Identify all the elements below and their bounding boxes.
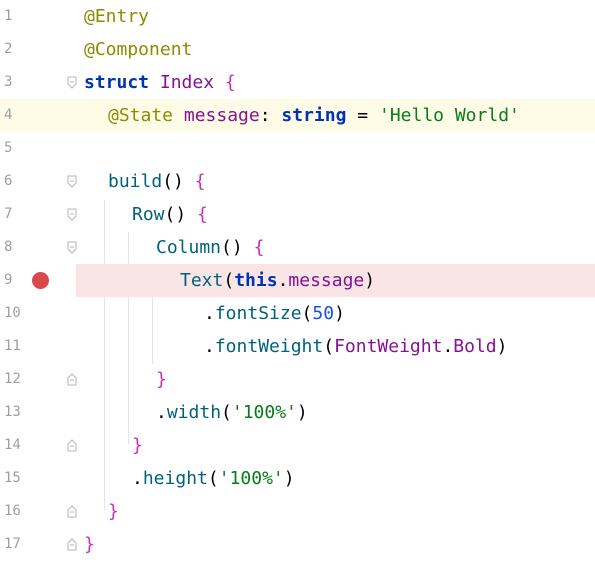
gutter[interactable]: 11 bbox=[0, 330, 76, 363]
code-text: } bbox=[156, 363, 167, 396]
gutter[interactable]: 6 bbox=[0, 165, 77, 198]
line-number: 12 bbox=[4, 371, 21, 387]
code-text: .width('100%') bbox=[156, 396, 308, 429]
code-line[interactable]: 17 } bbox=[0, 528, 595, 561]
gutter[interactable]: 14 bbox=[0, 429, 77, 462]
line-number: 7 bbox=[4, 206, 13, 222]
gutter[interactable]: 2 bbox=[0, 33, 76, 66]
code-line[interactable]: 3 struct Index { bbox=[0, 66, 595, 99]
code-line-breakpoint[interactable]: 9 Text(this.message) bbox=[0, 264, 595, 297]
code-text: Row() { bbox=[132, 198, 208, 231]
code-line[interactable]: 5 bbox=[0, 132, 595, 165]
build-method: build() { bbox=[108, 171, 206, 192]
line-number: 6 bbox=[4, 173, 13, 189]
gutter[interactable]: 13 bbox=[0, 396, 76, 429]
code-line[interactable]: 8 Column() { bbox=[0, 231, 595, 264]
line-number: 5 bbox=[4, 140, 13, 156]
column-component: Column() { bbox=[156, 237, 265, 258]
line-number: 8 bbox=[4, 239, 13, 255]
fold-open-icon[interactable] bbox=[67, 175, 77, 188]
line-number: 17 bbox=[4, 536, 21, 552]
gutter[interactable]: 1 bbox=[0, 0, 76, 33]
gutter[interactable]: 8 bbox=[0, 231, 77, 264]
code-line[interactable]: 2 @Component bbox=[0, 33, 595, 66]
code-line[interactable]: 14 } bbox=[0, 429, 595, 462]
gutter[interactable]: 15 bbox=[0, 462, 76, 495]
code-line[interactable]: 12 } bbox=[0, 363, 595, 396]
code-text: .height('100%') bbox=[132, 462, 295, 495]
font-weight-call: .fontWeight(FontWeight.Bold) bbox=[204, 336, 508, 357]
annotation: @Component bbox=[84, 39, 193, 60]
code-line[interactable]: 1 @Entry bbox=[0, 0, 595, 33]
line-number: 9 bbox=[4, 272, 13, 288]
line-number: 16 bbox=[4, 503, 21, 519]
fold-open-icon[interactable] bbox=[67, 76, 77, 89]
code-text: } bbox=[132, 429, 143, 462]
width-call: .width('100%') bbox=[156, 402, 308, 423]
closing-brace: } bbox=[108, 501, 119, 522]
line-number: 4 bbox=[4, 107, 13, 123]
gutter[interactable]: 7 bbox=[0, 198, 77, 231]
gutter[interactable]: 17 bbox=[0, 528, 77, 561]
line-number: 14 bbox=[4, 437, 21, 453]
fold-open-icon[interactable] bbox=[67, 208, 77, 221]
line-number: 15 bbox=[4, 470, 21, 486]
code-text: } bbox=[84, 528, 95, 561]
code-text: @Entry bbox=[84, 0, 149, 33]
closing-brace: } bbox=[84, 534, 95, 555]
line-number: 3 bbox=[4, 74, 13, 90]
state-declaration: @State message: string = 'Hello World' bbox=[108, 105, 520, 126]
line-number: 1 bbox=[4, 8, 13, 24]
font-size-call: .fontSize(50) bbox=[204, 303, 345, 324]
fold-close-icon[interactable] bbox=[67, 505, 77, 518]
gutter[interactable]: 9 bbox=[0, 264, 76, 297]
line-number: 2 bbox=[4, 41, 13, 57]
code-line[interactable]: 13 .width('100%') bbox=[0, 396, 595, 429]
text-component: Text(this.message) bbox=[180, 270, 376, 291]
line-number: 13 bbox=[4, 404, 21, 420]
fold-close-icon[interactable] bbox=[67, 373, 77, 386]
row-component: Row() { bbox=[132, 204, 208, 225]
closing-brace: } bbox=[156, 369, 167, 390]
code-line[interactable]: 16 } bbox=[0, 495, 595, 528]
code-text: build() { bbox=[108, 165, 206, 198]
code-text: Text(this.message) bbox=[180, 264, 375, 297]
closing-brace: } bbox=[132, 435, 143, 456]
code-line[interactable]: 10 .fontSize(50) bbox=[0, 297, 595, 330]
code-text: } bbox=[108, 495, 119, 528]
code-editor[interactable]: 1 @Entry 2 @Component 3 struct Index { 4… bbox=[0, 0, 595, 568]
gutter[interactable]: 3 bbox=[0, 66, 77, 99]
breakpoint-icon[interactable] bbox=[32, 272, 49, 289]
code-text: @Component bbox=[84, 33, 192, 66]
code-line-current[interactable]: 4 @State message: string = 'Hello World' bbox=[0, 99, 595, 132]
code-line[interactable]: 7 Row() { bbox=[0, 198, 595, 231]
gutter[interactable]: 10 bbox=[0, 297, 76, 330]
fold-close-icon[interactable] bbox=[67, 439, 77, 452]
code-line[interactable]: 15 .height('100%') bbox=[0, 462, 595, 495]
struct-declaration: struct Index { bbox=[84, 72, 236, 93]
height-call: .height('100%') bbox=[132, 468, 295, 489]
fold-close-icon[interactable] bbox=[67, 538, 77, 551]
code-text: .fontSize(50) bbox=[204, 297, 345, 330]
code-text: Column() { bbox=[156, 231, 264, 264]
line-number: 10 bbox=[4, 305, 21, 321]
annotation: @Entry bbox=[84, 6, 150, 27]
gutter[interactable]: 5 bbox=[0, 132, 76, 165]
code-text: .fontWeight(FontWeight.Bold) bbox=[204, 330, 507, 363]
code-line[interactable]: 11 .fontWeight(FontWeight.Bold) bbox=[0, 330, 595, 363]
gutter[interactable]: 4 bbox=[0, 99, 76, 132]
code-line[interactable]: 6 build() { bbox=[0, 165, 595, 198]
fold-open-icon[interactable] bbox=[67, 241, 77, 254]
gutter[interactable]: 16 bbox=[0, 495, 77, 528]
code-text: struct Index { bbox=[84, 66, 236, 99]
code-text: @State message: string = 'Hello World' bbox=[108, 99, 520, 132]
line-number: 11 bbox=[4, 338, 21, 354]
gutter[interactable]: 12 bbox=[0, 363, 77, 396]
